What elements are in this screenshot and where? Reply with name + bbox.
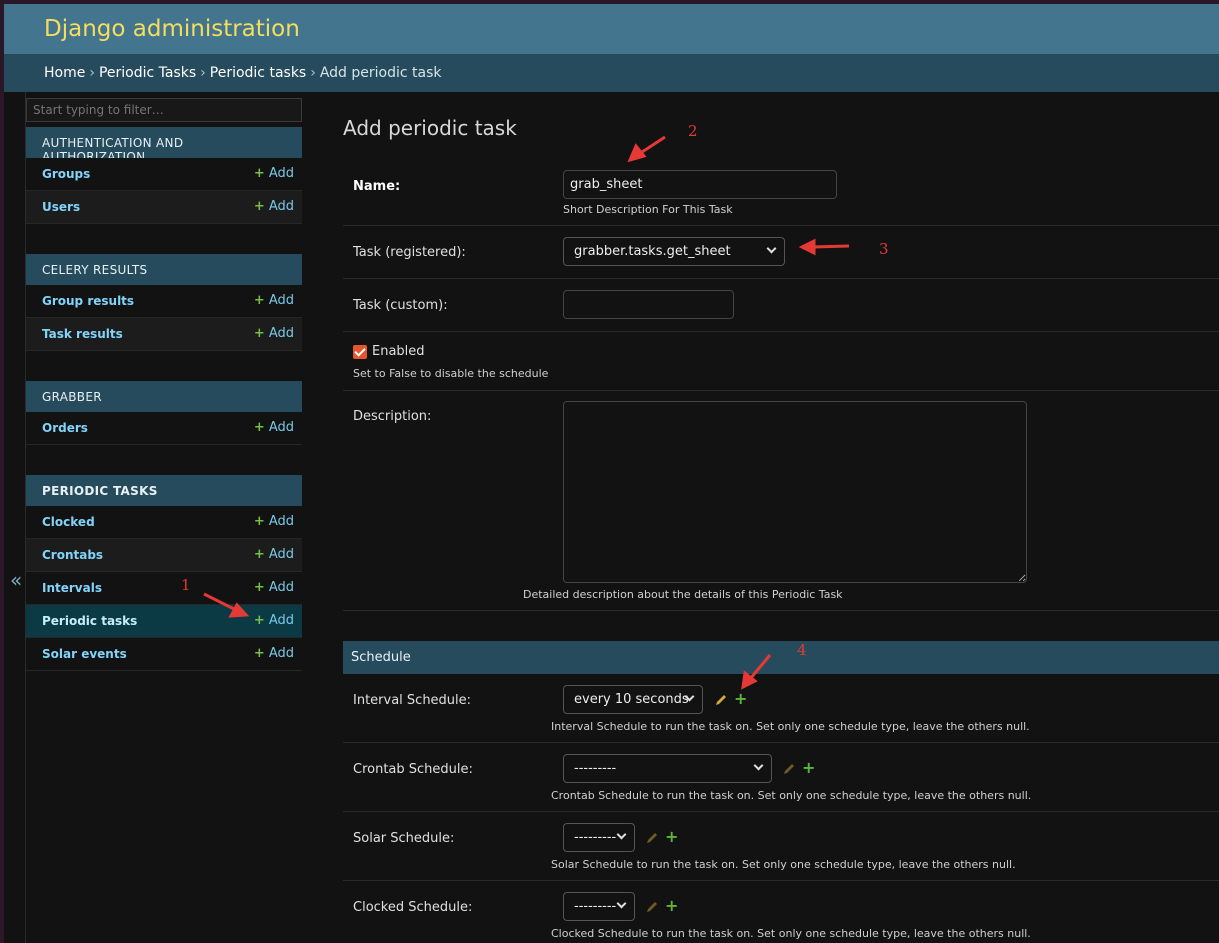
annotation-label-4: 4 xyxy=(797,641,807,659)
annotation-arrows xyxy=(203,135,850,690)
annotation-label-3: 3 xyxy=(879,240,889,258)
annotation-label-2: 2 xyxy=(688,122,698,140)
annotation-arrowhead-3 xyxy=(798,238,816,256)
annotation-arrow-2 xyxy=(638,135,666,156)
annotation-arrow-3 xyxy=(811,244,850,249)
annotation-arrowhead-2 xyxy=(627,143,647,163)
annotation-arrow-1 xyxy=(203,592,239,613)
annotation-arrowhead-1 xyxy=(228,602,250,618)
annotation-arrow-4 xyxy=(748,654,772,680)
admin-window: Django administration Home › Periodic Task… xyxy=(4,4,1219,943)
annotation-label-1: 1 xyxy=(181,576,191,594)
